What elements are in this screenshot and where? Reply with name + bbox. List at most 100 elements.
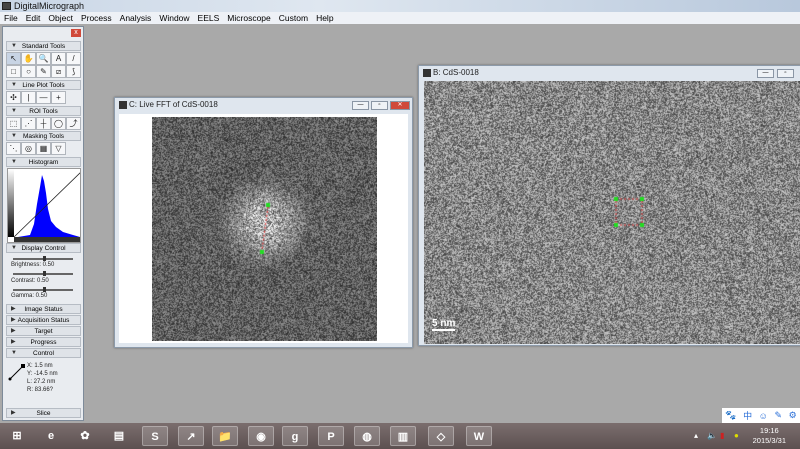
section-histogram[interactable]: ▼ Histogram	[6, 157, 81, 167]
taskbar-sogou-icon[interactable]: S	[142, 426, 168, 446]
tray-app-icon[interactable]: ▮	[720, 431, 724, 440]
gamma-label: Gamma: 0.50	[11, 293, 47, 299]
ime-button-icon[interactable]: ⚙	[789, 410, 797, 421]
menu-help[interactable]: Help	[316, 12, 338, 24]
tool-button[interactable]: ┼	[36, 117, 51, 130]
tool-button[interactable]: —	[36, 91, 51, 104]
taskbar-powerpoint-icon[interactable]: P	[318, 426, 344, 446]
tool-button[interactable]: ○	[21, 65, 36, 78]
slider-thumb[interactable]	[43, 256, 46, 261]
close-icon[interactable]: x	[71, 29, 81, 37]
tool-button[interactable]: □	[6, 65, 21, 78]
tool-button[interactable]: ✣	[6, 91, 21, 104]
section-label: ROI Tools	[29, 108, 57, 115]
tool-button[interactable]: ↖	[6, 52, 21, 65]
histogram-bars	[18, 175, 80, 237]
section-display-control[interactable]: ▼ Display Control	[6, 243, 81, 253]
ime-button-icon[interactable]: 🐾	[725, 410, 736, 421]
tool-button[interactable]: ✋	[21, 52, 36, 65]
taskbar-digitalmicrograph-icon[interactable]: ▥	[390, 426, 416, 446]
menu-custom[interactable]: Custom	[279, 12, 313, 24]
taskbar-app-red-icon[interactable]: ◉	[248, 426, 274, 446]
taskbar-word-icon[interactable]: W	[466, 426, 492, 446]
taskbar-media-icon[interactable]: ▤	[106, 426, 132, 446]
close-button[interactable]: ✕	[390, 101, 410, 110]
section-label: Standard Tools	[22, 43, 65, 50]
tool-button[interactable]: ⤴	[66, 117, 81, 130]
section-label: Target	[34, 328, 52, 335]
menu-edit[interactable]: Edit	[26, 12, 46, 24]
section-roi-tools[interactable]: ▼ ROI Tools	[6, 106, 81, 116]
tool-button[interactable]: ▦	[36, 142, 51, 155]
tool-button[interactable]: ⟆	[66, 65, 81, 78]
section-control[interactable]: ▼ Control	[6, 348, 81, 358]
fft-image[interactable]	[152, 117, 377, 341]
tool-button[interactable]: |	[21, 91, 36, 104]
tool-button[interactable]: +	[51, 91, 66, 104]
minimize-button[interactable]: —	[757, 69, 774, 78]
taskbar: ▴ 🔈 ▮ ● 19:16 2015/3/31 ⊞ e ✿ ▤ S ↗ 📁 ◉ g P ◍ ▥ ◇ W	[0, 423, 800, 449]
hrtem-image[interactable]	[424, 81, 800, 344]
tool-button[interactable]: /	[66, 52, 81, 65]
menu-analysis[interactable]: Analysis	[120, 12, 157, 24]
menu-eels[interactable]: EELS	[198, 12, 225, 24]
menu-process[interactable]: Process	[81, 12, 117, 24]
maximize-button[interactable]: ▫	[371, 101, 388, 110]
taskbar-start-icon[interactable]: ⊞	[4, 426, 30, 446]
tool-button[interactable]: ✎	[36, 65, 51, 78]
fft-window[interactable]: C: Live FFT of CdS-0018 — ▫ ✕	[114, 97, 413, 348]
contrast-slider[interactable]	[13, 273, 73, 275]
taskbar-file-explorer-icon[interactable]: 📁	[212, 426, 238, 446]
taskbar-internet-explorer-icon[interactable]: e	[38, 426, 64, 446]
menu-window[interactable]: Window	[159, 12, 194, 24]
section-acquisition-status[interactable]: ▶ Acquisition Status	[6, 315, 81, 325]
gamma-slider[interactable]	[13, 289, 73, 291]
section-target[interactable]: ▶ Target	[6, 326, 81, 336]
section-label: Masking Tools	[23, 133, 64, 140]
section-image-status[interactable]: ▶ Image Status	[6, 304, 81, 314]
taskbar-photos-icon[interactable]: ✿	[72, 426, 98, 446]
tool-button[interactable]: ⋰	[21, 117, 36, 130]
section-slice[interactable]: ▶ Slice	[6, 408, 81, 418]
control-x: X: 1.5 nm	[27, 363, 53, 369]
tray-arrow-icon[interactable]: ▴	[694, 431, 698, 440]
tool-button[interactable]: A	[51, 52, 66, 65]
section-standard-tools[interactable]: ▼ Standard Tools	[6, 41, 81, 51]
section-progress[interactable]: ▶ Progress	[6, 337, 81, 347]
taskbar-app-green-icon[interactable]: ↗	[178, 426, 204, 446]
ime-button-icon[interactable]: ☺	[759, 411, 768, 421]
app-title: DigitalMicrograph	[14, 1, 84, 11]
network-icon[interactable]: ●	[734, 431, 739, 440]
volume-icon[interactable]: 🔈	[707, 431, 717, 440]
tool-button[interactable]: ⧄	[51, 65, 66, 78]
image-window[interactable]: B: CdS-0018 — ▫ 5 nm	[418, 65, 800, 346]
taskbar-app-pink-icon[interactable]: ◍	[354, 426, 380, 446]
tool-button[interactable]: ⋱	[6, 142, 21, 155]
tool-button[interactable]: ⬚	[6, 117, 21, 130]
maximize-button[interactable]: ▫	[777, 69, 794, 78]
section-masking-tools[interactable]: ▼ Masking Tools	[6, 131, 81, 141]
ime-button-icon[interactable]: ✎	[774, 410, 782, 421]
histogram-graph	[8, 169, 81, 243]
brightness-slider[interactable]	[13, 258, 73, 260]
app-icon	[2, 2, 11, 10]
control-length: L: 27.2 nm	[27, 379, 55, 385]
section-line-plot-tools[interactable]: ▼ Line Plot Tools	[6, 80, 81, 90]
minimize-button[interactable]: —	[352, 101, 369, 110]
ime-button-icon[interactable]: 中	[743, 409, 752, 422]
slider-thumb[interactable]	[43, 271, 46, 276]
taskbar-app-teal-icon[interactable]: ◇	[428, 426, 454, 446]
tool-button[interactable]: 🔍	[36, 52, 51, 65]
menu-file[interactable]: File	[4, 12, 23, 24]
menu-microscope[interactable]: Microscope	[227, 12, 275, 24]
taskbar-app-blue-icon[interactable]: g	[282, 426, 308, 446]
tool-button[interactable]: ◯	[51, 117, 66, 130]
clock[interactable]: 19:16 2015/3/31	[753, 426, 786, 446]
tool-button[interactable]: ◎	[21, 142, 36, 155]
tools-panel: x ▼ Standard Tools ↖ ✋ 🔍 A / □ ○ ✎ ⧄ ⟆ ▼ Line Plot…	[2, 26, 84, 421]
tool-button[interactable]: ▽	[51, 142, 66, 155]
menu-object[interactable]: Object	[48, 12, 78, 24]
histogram-plot[interactable]	[7, 168, 81, 243]
slider-thumb[interactable]	[43, 287, 46, 292]
section-label: Progress	[30, 339, 56, 346]
